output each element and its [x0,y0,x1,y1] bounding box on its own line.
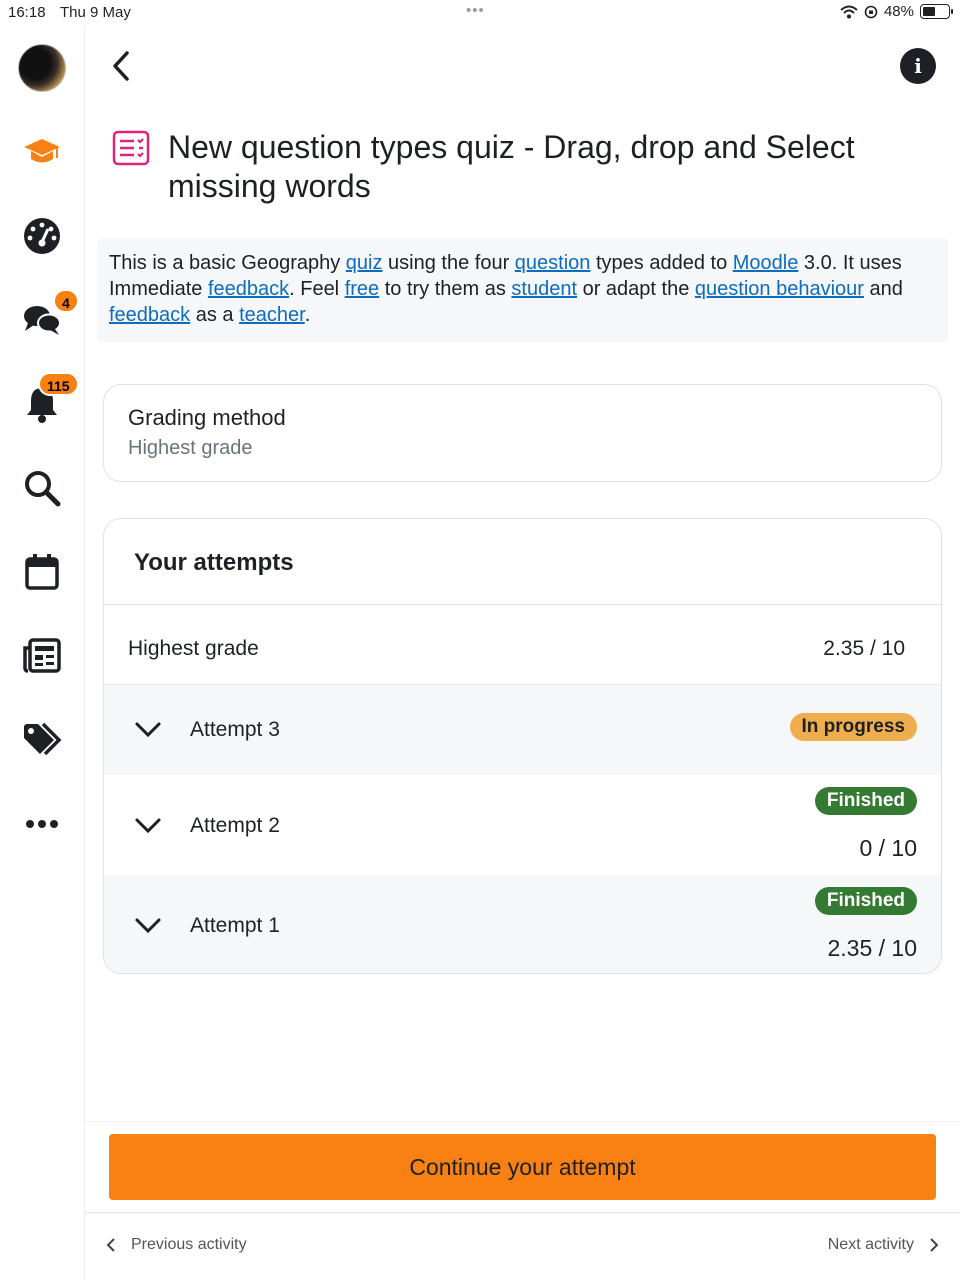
next-activity-link[interactable]: Next activity [828,1236,940,1254]
attempt-row-1[interactable]: Attempt 1 Finished 2.35 / 10 [104,875,941,973]
tags-icon[interactable] [20,718,64,762]
avatar[interactable] [18,44,66,92]
footer-divider [85,1121,960,1122]
status-badge: Finished [814,787,917,815]
link-free[interactable]: free [345,278,379,300]
grading-method-label: Grading method [128,405,286,430]
chevron-left-icon [106,1238,115,1252]
calendar-icon[interactable] [20,550,64,594]
attempt-row-2[interactable]: Attempt 2 Finished 0 / 10 [104,775,941,875]
quiz-icon [112,130,150,166]
intro-text: or adapt the [577,278,695,300]
grading-method-card: Grading method Highest grade [103,384,942,482]
intro-text: to try them as [379,278,512,300]
intro-text: as a [190,304,240,326]
my-courses-icon[interactable] [20,130,64,174]
page-title: New question types quiz - Drag, drop and… [168,129,855,204]
orientation-lock-icon [864,5,878,18]
highest-grade-value: 2.35 / 10 [823,637,905,660]
chevron-down-icon[interactable] [134,817,162,835]
nav-divider [85,1212,960,1213]
chevron-right-icon [930,1238,939,1252]
back-button[interactable] [107,48,137,84]
sidebar: 4 115 [0,26,85,1280]
battery-icon [920,4,953,19]
intro-text: This is a basic Geography [109,252,346,274]
highest-grade-row: Highest grade 2.35 / 10 [104,605,941,685]
dashboard-icon[interactable] [20,214,64,258]
info-button[interactable]: i [900,48,936,84]
link-feedback-2[interactable]: feedback [109,304,190,326]
multitask-dots-icon[interactable]: ••• [466,2,485,19]
main-content: i New question types quiz - Drag, drop a… [85,26,960,1280]
continue-attempt-button[interactable]: Continue your attempt [109,1134,936,1200]
status-badge: In progress [789,713,917,741]
news-icon[interactable] [20,634,64,678]
link-moodle[interactable]: Moodle [733,252,799,274]
more-icon[interactable] [20,802,64,846]
link-student[interactable]: student [511,278,577,300]
next-activity-label: Next activity [827,1236,914,1253]
intro-text: . Feel [289,278,345,300]
link-teacher[interactable]: teacher [239,304,305,326]
status-time: 16:18 [8,4,46,21]
status-badge: Finished [814,887,917,915]
search-icon[interactable] [20,466,64,510]
wifi-icon [840,5,858,18]
attempts-heading: Your attempts [104,519,941,605]
intro-text: and [863,278,903,300]
battery-percent: 48% [883,3,914,20]
attempt-label: Attempt 3 [190,718,280,741]
link-feedback[interactable]: feedback [208,278,289,300]
grading-method-value: Highest grade [128,437,253,459]
link-question[interactable]: question [515,252,591,274]
link-quiz[interactable]: quiz [346,252,383,274]
status-date: Thu 9 May [60,4,131,21]
attempt-grade: 0 / 10 [859,835,917,861]
attempt-row-3[interactable]: Attempt 3 In progress [104,685,941,775]
messages-badge: 4 [53,289,79,313]
link-question-behaviour[interactable]: question behaviour [695,278,864,300]
notifications-badge: 115 [38,372,79,396]
quiz-intro: This is a basic Geography quiz using the… [97,238,948,342]
intro-text: . [304,304,311,326]
chevron-down-icon[interactable] [134,721,162,739]
highest-grade-label: Highest grade [128,637,259,660]
chevron-down-icon[interactable] [134,917,162,935]
attempt-grade: 2.35 / 10 [827,935,917,961]
intro-text: using the four [382,252,515,274]
status-bar: 16:18 Thu 9 May ••• 48% [0,0,960,26]
previous-activity-link[interactable]: Previous activity [105,1236,247,1254]
previous-activity-label: Previous activity [131,1236,247,1253]
intro-text: types added to [590,252,733,274]
attempts-card: Your attempts Highest grade 2.35 / 10 At… [103,518,942,974]
attempt-label: Attempt 2 [190,814,280,837]
status-right: 48% [840,3,953,20]
attempt-label: Attempt 1 [190,914,280,937]
